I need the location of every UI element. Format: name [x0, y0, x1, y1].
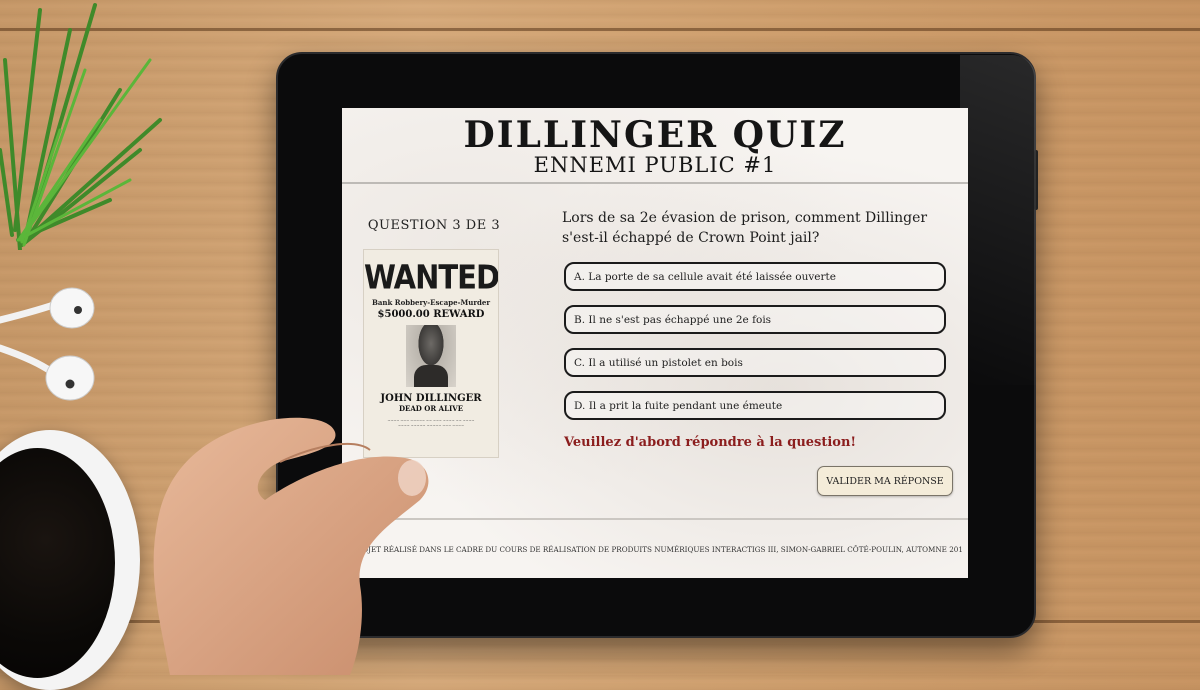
answer-option-d[interactable]: D. Il a prit la fuite pendant une émeute [564, 391, 946, 420]
submit-answer-button[interactable]: VALIDER MA RÉPONSE [817, 466, 953, 496]
error-message: Veuillez d'abord répondre à la question! [564, 435, 857, 450]
poster-reward: $5000.00 REWARD [377, 309, 485, 320]
wood-plank-seam [0, 28, 1200, 31]
quiz-header: DILLINGER QUIZ ENNEMI PUBLIC #1 [342, 108, 968, 184]
plant-decoration [0, 3, 162, 250]
poster-crimes: Bank Robbery-Escape-Murder [371, 298, 491, 307]
page-title: DILLINGER QUIZ [463, 114, 847, 156]
poster-mugshot [406, 325, 456, 387]
question-text: Lors de sa 2e évasion de prison, comment… [562, 210, 928, 246]
question-counter: QUESTION 3 DE 3 [367, 218, 501, 233]
hand-decoration [153, 417, 429, 675]
page-subtitle: ENNEMI PUBLIC #1 [533, 153, 777, 177]
earbuds-decoration [0, 287, 95, 401]
poster-heading: WANTED [364, 257, 498, 297]
screen-glare [960, 55, 1036, 385]
answer-option-c[interactable]: C. Il a utilisé un pistolet en bois [564, 348, 946, 377]
answer-option-b[interactable]: B. Il ne s'est pas échappé une 2e fois [564, 305, 946, 334]
header-divider [342, 182, 968, 184]
answer-option-a[interactable]: A. La porte de sa cellule avait été lais… [564, 262, 946, 291]
